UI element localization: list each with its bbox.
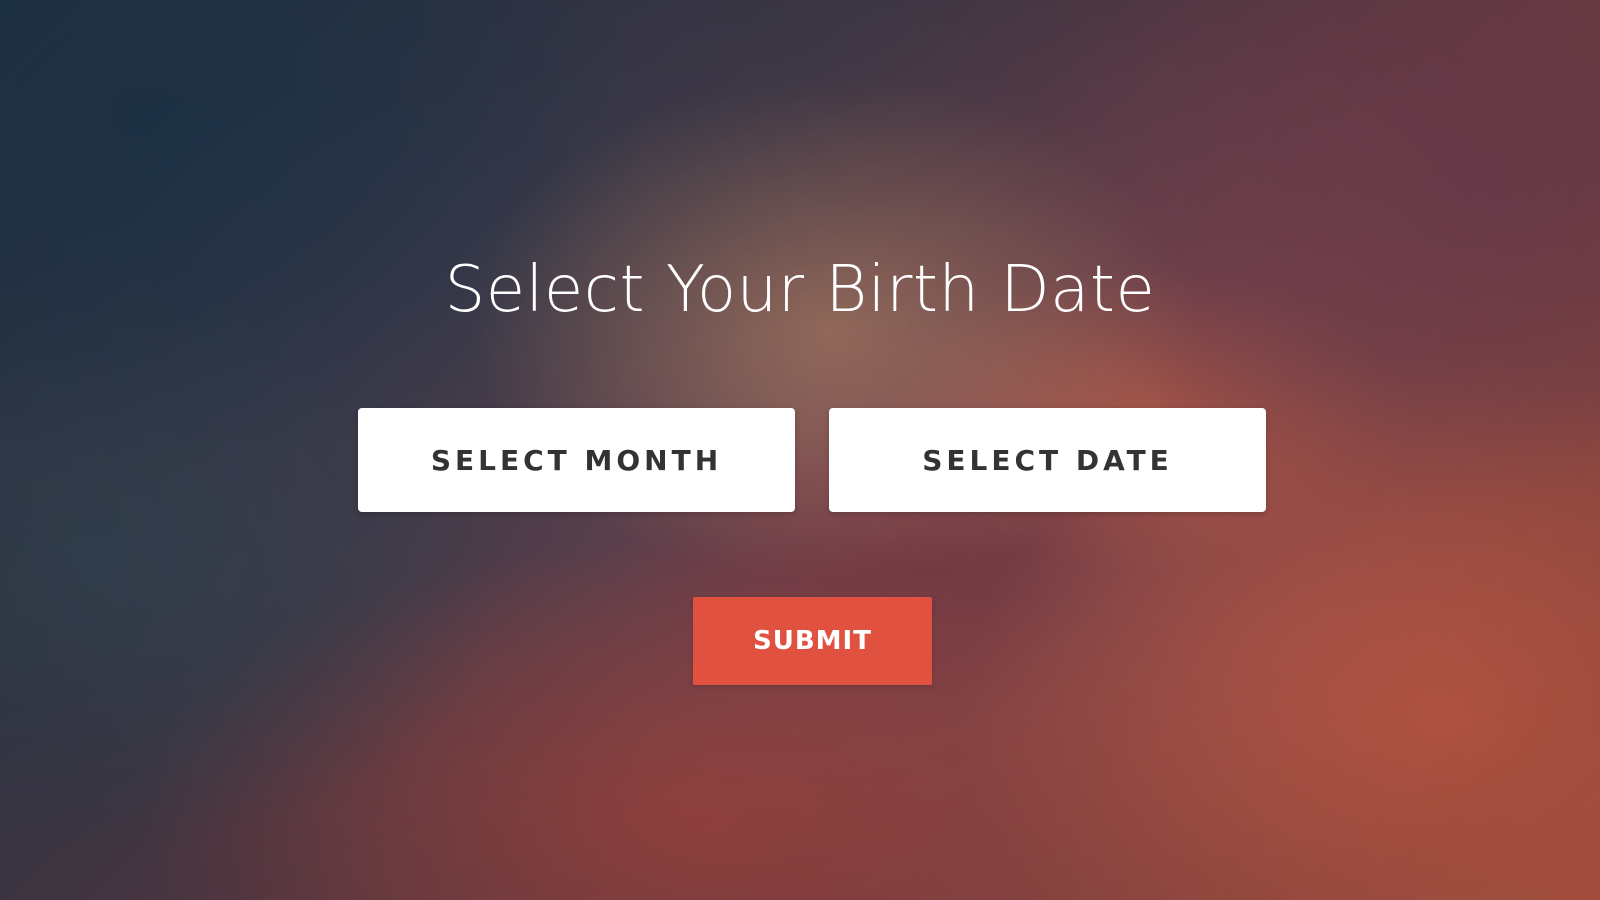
submit-label: SUBMIT: [753, 626, 872, 656]
background-overlay: [0, 0, 1600, 900]
select-date-label: SELECT DATE: [922, 443, 1173, 477]
submit-button[interactable]: SUBMIT: [693, 597, 932, 685]
select-month-label: SELECT MONTH: [430, 443, 723, 477]
select-date-button[interactable]: SELECT DATE: [829, 408, 1266, 512]
page-title: Select Your Birth Date: [444, 253, 1156, 327]
select-month-button[interactable]: SELECT MONTH: [358, 408, 795, 512]
